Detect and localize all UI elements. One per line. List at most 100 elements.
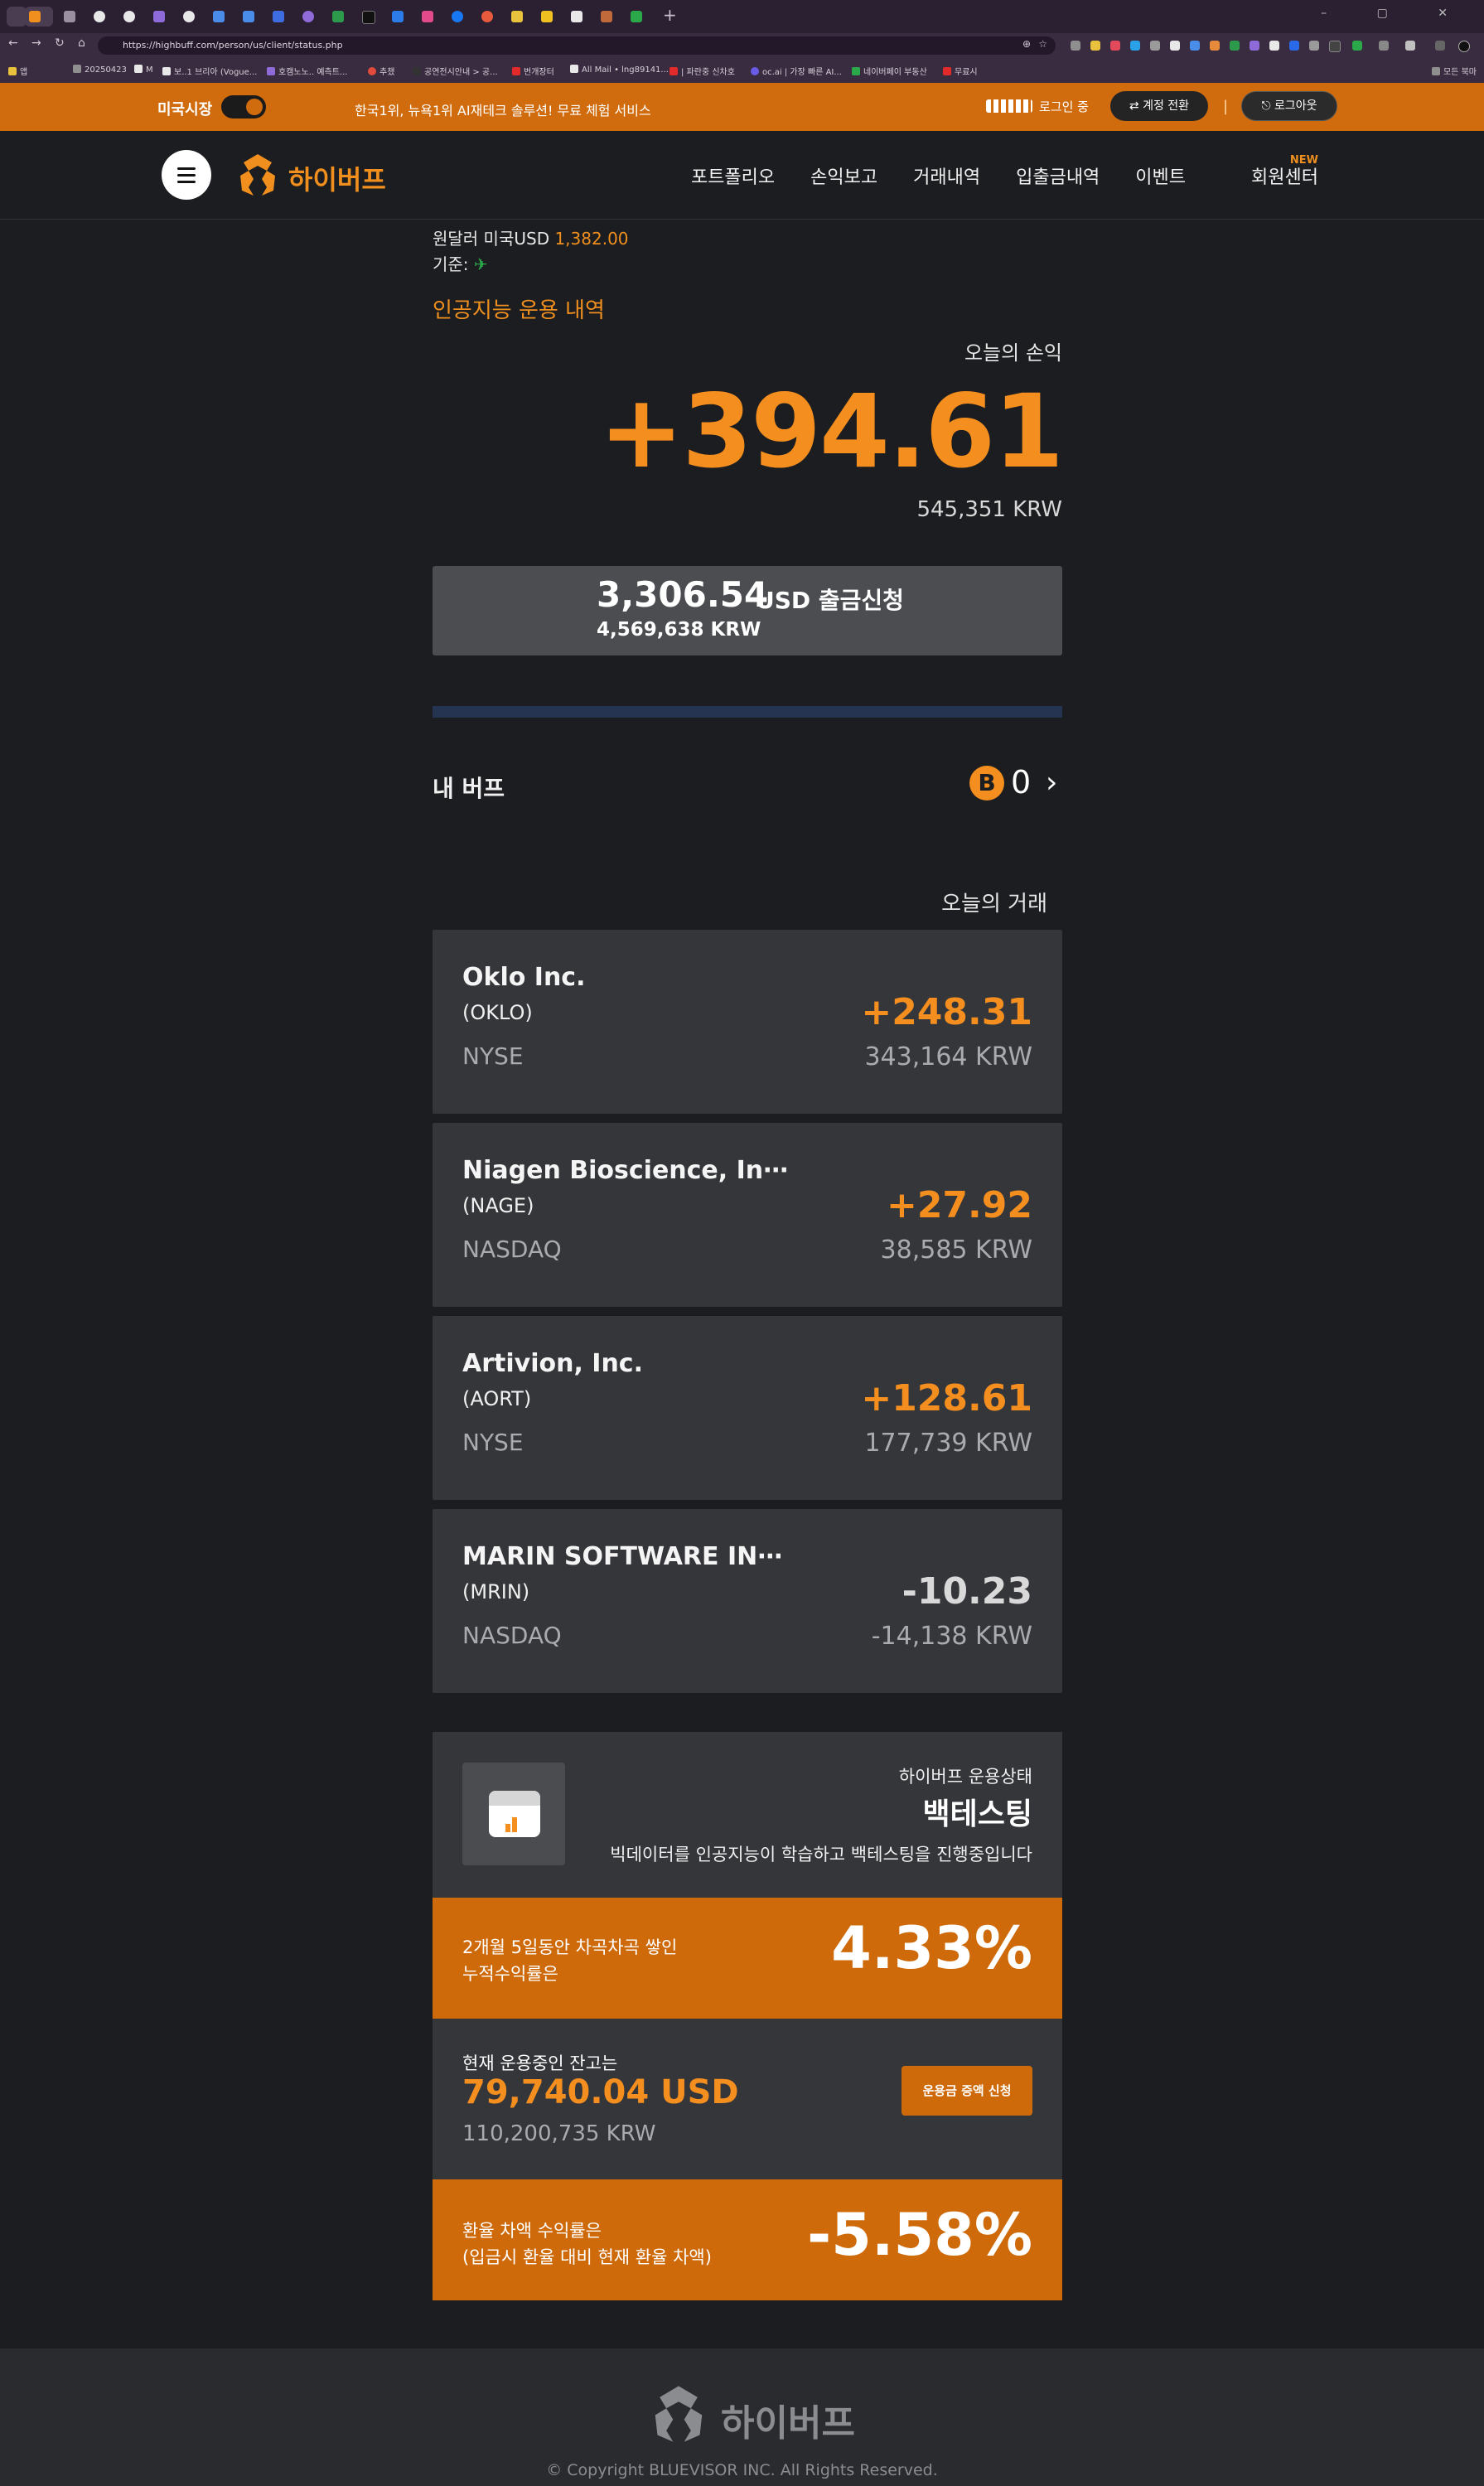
tab[interactable] — [537, 7, 557, 27]
extension-icon[interactable] — [1110, 41, 1120, 51]
site-logo[interactable]: 하이버프 — [234, 151, 386, 202]
tab[interactable] — [179, 7, 199, 27]
calendar-chart-icon — [462, 1763, 565, 1865]
logout-button[interactable]: ⎋ 로그아웃 — [1241, 91, 1337, 121]
tab[interactable] — [507, 7, 527, 27]
forward-icon[interactable]: → — [31, 36, 41, 50]
extension-icon[interactable] — [1170, 41, 1180, 51]
extension-icon[interactable] — [1379, 41, 1389, 51]
extension-icon[interactable] — [1210, 41, 1220, 51]
tab[interactable] — [567, 7, 587, 27]
tab[interactable] — [268, 7, 288, 27]
bookmark-item[interactable]: oc.ai | 가장 빠른 AI... — [751, 65, 842, 77]
extension-icon[interactable] — [1090, 41, 1100, 51]
tab[interactable] — [447, 7, 467, 27]
hamburger-menu-button[interactable] — [162, 150, 211, 200]
switch-account-button[interactable]: ⇄ 계정 전환 — [1110, 91, 1208, 121]
extension-icon[interactable] — [1309, 41, 1319, 51]
reload-icon[interactable]: ↻ — [55, 36, 65, 50]
withdraw-request-button[interactable]: 3,306.54 USD 출금신청 4,569,638 KRW — [433, 566, 1062, 655]
tab[interactable] — [298, 7, 318, 27]
trade-exchange: NYSE — [462, 1042, 524, 1070]
tab[interactable] — [597, 7, 616, 27]
my-buff-label[interactable]: 내 버프 — [433, 771, 505, 804]
tab-active[interactable] — [25, 7, 53, 27]
extension-icon[interactable] — [1071, 41, 1080, 51]
extension-icon[interactable] — [1329, 41, 1341, 52]
nav-deposit-withdraw[interactable]: 입출금내역 — [1016, 167, 1100, 188]
extension-icon[interactable] — [1150, 41, 1160, 51]
new-tab-button[interactable]: + — [663, 5, 677, 25]
bookmark-item[interactable]: | 파란중 신차호 — [669, 65, 735, 77]
profile-icon[interactable] — [1458, 41, 1470, 52]
withdraw-label: USD 출금신청 — [756, 587, 904, 614]
nav-trade-history[interactable]: 거래내역 — [913, 167, 980, 188]
withdraw-krw-amount: 4,569,638 KRW — [597, 619, 761, 641]
divider-strip — [433, 706, 1062, 718]
extension-icon[interactable] — [1435, 41, 1445, 51]
back-icon[interactable]: ← — [8, 36, 18, 50]
all-bookmarks-folder[interactable]: 모든 북마 — [1432, 65, 1477, 77]
bookmark-item[interactable]: 무료시 — [943, 65, 978, 77]
nav-pl-report[interactable]: 손익보고 — [810, 167, 877, 188]
tab[interactable] — [477, 7, 497, 27]
bookmark-item[interactable]: 앱 — [8, 65, 27, 77]
tab[interactable] — [209, 7, 229, 27]
bookmark-item[interactable]: 추챘 — [368, 65, 394, 77]
bookmark-item[interactable]: 공연전시안내 > 공... — [413, 65, 498, 77]
bookmark-item[interactable]: 보..1 브리아 (Vogue... — [162, 65, 257, 77]
window-controls[interactable]: – ▢ ✕ — [1321, 7, 1471, 20]
trade-card[interactable]: Niagen Bioscience, In⋯ (NAGE) NASDAQ +27… — [433, 1123, 1062, 1307]
trade-ticker: (AORT) — [462, 1387, 532, 1410]
nav-portfolio[interactable]: 포트폴리오 — [691, 167, 775, 188]
tab[interactable] — [149, 7, 169, 27]
separator: | — [1223, 98, 1229, 115]
market-toggle[interactable] — [221, 95, 266, 118]
bookmark-item[interactable]: 번개장터 — [512, 65, 554, 77]
extension-icon[interactable] — [1289, 41, 1299, 51]
extension-icon[interactable] — [1352, 41, 1362, 51]
bookmark-item[interactable]: 네이버페이 부동산 — [852, 65, 927, 77]
extension-icon[interactable] — [1405, 41, 1415, 51]
star-icon[interactable]: ☆ — [1038, 38, 1047, 50]
trade-card[interactable]: Artivion, Inc. (AORT) NYSE +128.61 177,7… — [433, 1316, 1062, 1500]
tab[interactable] — [89, 7, 109, 27]
tab[interactable] — [328, 7, 348, 27]
extension-icon[interactable] — [1269, 41, 1279, 51]
trade-pl: +248.31 — [861, 991, 1032, 1033]
fx-return-label: 환율 차액 수익률은 (입금시 환율 대비 현재 환율 차액) — [462, 2221, 712, 2267]
bookmark-folder[interactable]: 20250423 — [73, 65, 127, 75]
footer-logo[interactable]: 하이버프 — [646, 2382, 855, 2450]
nav-event[interactable]: 이벤트 — [1135, 167, 1186, 188]
home-icon[interactable]: ⌂ — [78, 36, 85, 50]
tab[interactable] — [60, 7, 80, 27]
extension-icon[interactable] — [1250, 41, 1259, 51]
extension-icon[interactable] — [1230, 41, 1240, 51]
tab[interactable] — [239, 7, 259, 27]
tab[interactable] — [418, 7, 437, 27]
tab-search-button[interactable] — [7, 7, 27, 27]
footer: 하이버프 © Copyright BLUEVISOR INC. All Righ… — [0, 2348, 1484, 2486]
url-input[interactable]: https://highbuff.com/person/us/client/st… — [98, 36, 1056, 55]
extension-icon[interactable] — [1190, 41, 1200, 51]
bookmark-item[interactable]: All Mail • lng89141... — [570, 65, 669, 75]
increase-fund-button[interactable]: 운용금 증액 신청 — [902, 2066, 1032, 2116]
extension-icon[interactable] — [1130, 41, 1140, 51]
bookmark-item[interactable]: 호캠노노.. 예측트... — [267, 65, 347, 77]
trade-card[interactable]: Oklo Inc. (OKLO) NYSE +248.31 343,164 KR… — [433, 930, 1062, 1114]
tab[interactable] — [388, 7, 408, 27]
trade-ticker: (OKLO) — [462, 1001, 533, 1024]
tab[interactable] — [119, 7, 139, 27]
tab[interactable] — [626, 7, 646, 27]
browser-tab-strip: + – ▢ ✕ — [0, 0, 1484, 33]
url-text: https://highbuff.com/person/us/client/st… — [123, 40, 343, 51]
bookmark-item[interactable]: M — [134, 65, 153, 75]
tab[interactable] — [358, 7, 378, 27]
nav-member-center[interactable]: 회원센터 NEW — [1221, 154, 1318, 188]
install-icon[interactable]: ⊕ — [1022, 38, 1031, 50]
market-top-bar: 미국시장 한국1위, 뉴욕1위 AI재테크 솔루션! 무료 체험 서비스 로그인… — [0, 83, 1484, 131]
trade-card[interactable]: MARIN SOFTWARE IN⋯ (MRIN) NASDAQ -10.23 … — [433, 1509, 1062, 1693]
promo-link[interactable]: 한국1위, 뉴욕1위 AI재테크 솔루션! 무료 체험 서비스 — [355, 99, 651, 119]
chevron-right-icon[interactable]: › — [1046, 766, 1057, 800]
logo-icon — [240, 154, 275, 196]
